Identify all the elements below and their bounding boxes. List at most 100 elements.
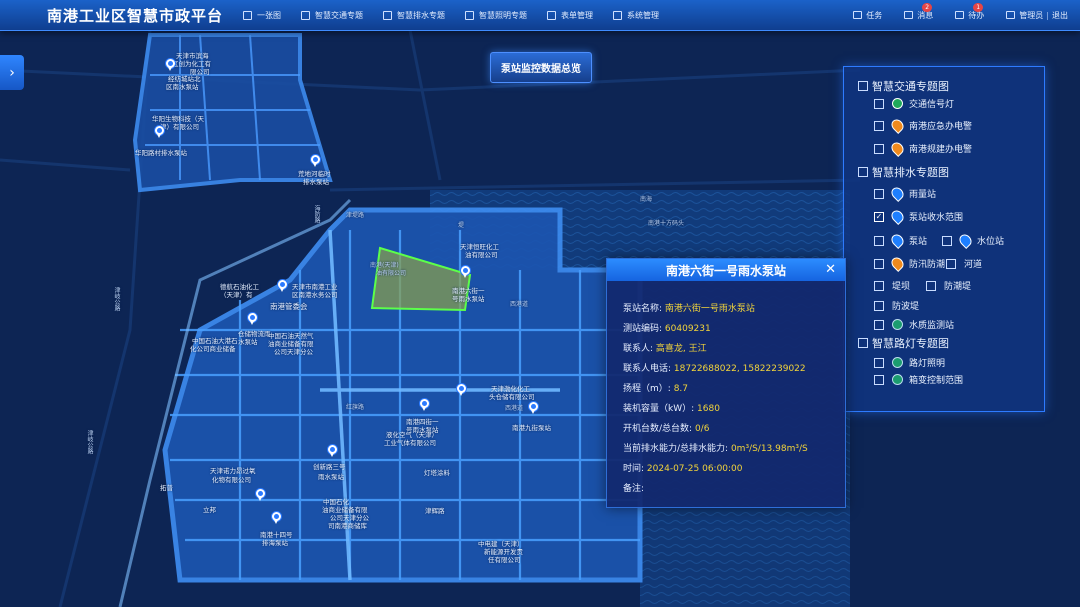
- popup-header: 南港六街一号雨水泵站 ✕: [607, 259, 845, 281]
- pump-station-pin[interactable]: [247, 312, 258, 325]
- message-badge: 2: [922, 2, 933, 12]
- map-label: 南港(天津): [370, 262, 399, 269]
- map-label: 新能源开发责: [484, 548, 523, 556]
- map-label: 南港十方码头: [648, 220, 685, 227]
- map-label: 中国石油天然气: [268, 332, 314, 340]
- checkbox-checked[interactable]: ✓: [874, 211, 884, 222]
- layer-item-traffic-light[interactable]: 交通信号灯: [874, 97, 954, 110]
- nav-item-system[interactable]: 系统管理: [613, 10, 659, 21]
- pump-station-pin[interactable]: [327, 444, 338, 457]
- nav-item-forms[interactable]: 表单管理: [547, 10, 593, 21]
- pump-pin-icon: [889, 208, 906, 225]
- form-icon: [547, 10, 556, 20]
- pump-station-pin[interactable]: [460, 265, 471, 278]
- pump-overview-button[interactable]: 泵站监控数据总览: [490, 52, 592, 83]
- layer-item-dam[interactable]: 堤坝: [874, 279, 910, 292]
- pump-station-pin[interactable]: [419, 398, 430, 411]
- layer-item-pump-catchment[interactable]: ✓ 泵站收水范围: [874, 208, 963, 225]
- pump-station-pin[interactable]: [277, 279, 288, 292]
- checkbox[interactable]: [942, 235, 952, 246]
- popup-row: 测站编码: 60409231: [623, 324, 711, 334]
- layer-item-water-quality[interactable]: 水质监测站: [874, 318, 954, 331]
- nav-item-traffic[interactable]: 智慧交通专题: [301, 10, 363, 21]
- map-label: 油商业储备有限: [322, 506, 368, 514]
- layer-item-rain-station[interactable]: 雨量站: [874, 185, 936, 202]
- logout-link[interactable]: 退出: [1052, 10, 1068, 21]
- map-label: 西港道: [510, 301, 529, 308]
- water-quality-icon: [892, 319, 903, 330]
- rain-station-pin-icon: [889, 185, 906, 202]
- checkbox[interactable]: [926, 280, 936, 291]
- map-label: 天津市滨海: [176, 52, 209, 60]
- layer-item-pump-station[interactable]: 泵站: [874, 232, 927, 249]
- checkbox[interactable]: [874, 374, 884, 385]
- map-label: 南港四街一: [406, 418, 439, 426]
- checkbox[interactable]: [858, 167, 868, 177]
- pump-station-pin[interactable]: [255, 488, 266, 501]
- checkbox[interactable]: [874, 188, 884, 199]
- pump-station-pin[interactable]: [165, 58, 176, 71]
- camera-pin-icon: [889, 117, 906, 134]
- layer-item-street-light[interactable]: 路灯照明: [874, 356, 945, 369]
- expand-sidebar-button[interactable]: ›: [0, 55, 24, 90]
- drainage-icon: [383, 10, 392, 20]
- todo-badge: 1: [973, 2, 984, 12]
- layer-item-tide-dam[interactable]: 防潮堤: [926, 279, 971, 292]
- message-icon: [904, 11, 914, 19]
- layer-item-emergency-camera[interactable]: 南港应急办电警: [874, 117, 972, 134]
- layer-item-transformer-range[interactable]: 箱变控制范围: [874, 373, 963, 386]
- pump-station-pin[interactable]: [528, 401, 539, 414]
- checkbox[interactable]: [874, 143, 884, 154]
- map-label: 华阳路村排水泵站: [135, 149, 187, 157]
- checkbox[interactable]: [874, 98, 884, 109]
- map-label: 液化空气（天津）: [386, 431, 438, 439]
- checkbox[interactable]: [874, 235, 884, 246]
- nav-item-overview[interactable]: 一张图: [243, 10, 281, 21]
- layer-item-river[interactable]: 河道: [946, 257, 982, 270]
- map-label: 天津诺力昂过氧: [210, 467, 256, 475]
- map-label: 天津渤化化工: [491, 385, 530, 393]
- nav-item-drainage[interactable]: 智慧排水专题: [383, 10, 445, 21]
- checkbox[interactable]: [874, 357, 884, 368]
- map-label: 堤: [458, 222, 465, 229]
- checkbox[interactable]: [946, 258, 956, 269]
- pump-station-pin[interactable]: [456, 383, 467, 396]
- popup-row: 备注:: [623, 484, 645, 494]
- user-menu[interactable]: 管理员 | 退出: [1006, 10, 1068, 21]
- close-icon[interactable]: ✕: [825, 262, 836, 277]
- pump-station-pin[interactable]: [310, 154, 321, 167]
- settings-icon: [613, 10, 622, 20]
- checkbox[interactable]: [874, 280, 884, 291]
- map-label: 华阳生物科技（天: [152, 115, 204, 123]
- checkbox[interactable]: [874, 319, 884, 330]
- task-button[interactable]: 任务: [853, 10, 882, 21]
- layer-group-lighting[interactable]: 智慧路灯专题图: [858, 335, 949, 351]
- chevron-right-icon: ›: [9, 64, 15, 81]
- popup-row: 联系人: 高喜龙, 王江: [623, 344, 707, 354]
- checkbox[interactable]: [858, 81, 868, 91]
- pump-pin-icon: [889, 232, 906, 249]
- layer-group-drainage[interactable]: 智慧排水专题图: [858, 164, 949, 180]
- pump-station-pin[interactable]: [154, 125, 165, 138]
- checkbox[interactable]: [874, 120, 884, 131]
- pump-station-pin[interactable]: [271, 511, 282, 524]
- map-label: 津）有限公司: [160, 123, 199, 131]
- layer-group-traffic[interactable]: 智慧交通专题图: [858, 78, 949, 94]
- map-icon: [243, 10, 252, 20]
- traffic-light-icon: [892, 98, 903, 109]
- nav-item-lighting[interactable]: 智慧照明专题: [465, 10, 527, 21]
- map-label: 仓储物流雨: [238, 330, 271, 338]
- map-label: 津堤路: [346, 212, 365, 219]
- camera-pin-icon: [889, 140, 906, 157]
- checkbox[interactable]: [858, 338, 868, 348]
- todo-button[interactable]: 待办 1: [955, 2, 984, 21]
- checkbox[interactable]: [874, 300, 884, 311]
- map-label: 头仓储有限公司: [489, 393, 535, 401]
- popup-row: 开机台数/总台数: 0/6: [623, 424, 710, 434]
- layer-item-flood-gate[interactable]: 防汛防潮: [874, 255, 945, 272]
- message-button[interactable]: 消息 2: [904, 2, 933, 21]
- checkbox[interactable]: [874, 258, 884, 269]
- layer-item-water-level[interactable]: 水位站: [942, 232, 1004, 249]
- layer-item-planning-camera[interactable]: 南港规建办电警: [874, 140, 972, 157]
- layer-item-wave-dam[interactable]: 防波堤: [874, 299, 919, 312]
